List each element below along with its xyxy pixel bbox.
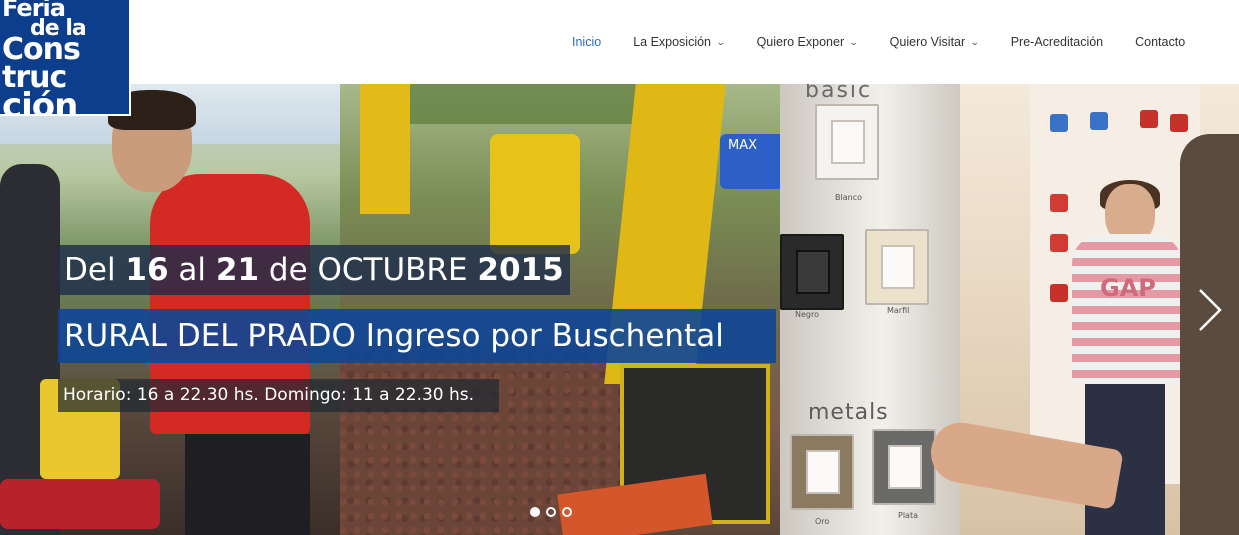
chevron-down-icon: ⌄ (715, 36, 726, 47)
hero-slider: MAX basic Blanco Negro Marfil metals Oro… (0, 84, 1239, 535)
chevron-down-icon: ⌄ (970, 36, 980, 47)
nav-item-label: La Exposición (633, 35, 712, 49)
nav-item-label: Quiero Exponer (756, 35, 845, 49)
nav-item-contacto[interactable]: Contacto (1119, 0, 1201, 84)
nav-item-pre-acreditacion[interactable]: Pre-Acreditación (995, 0, 1119, 84)
nav-item-label: Pre-Acreditación (1010, 35, 1104, 49)
nav-item-la-exposicion[interactable]: La Exposición ⌄ (617, 0, 740, 84)
site-logo[interactable]: Feria de la Cons truc ción (0, 0, 131, 116)
slider-dot[interactable] (562, 507, 572, 517)
chevron-down-icon: ⌄ (848, 36, 859, 47)
logo-line-5: ción (2, 86, 78, 116)
chevron-right-icon[interactable] (1196, 286, 1224, 334)
metals-label: metals (808, 400, 889, 425)
nav-item-label: Quiero Visitar (889, 35, 966, 49)
site-header: Feria de la Cons truc ción Inicio La Exp… (0, 0, 1239, 116)
nav-item-label: Inicio (572, 35, 602, 49)
basic-label: basic (805, 84, 873, 103)
nav-item-label: Contacto (1135, 35, 1186, 49)
slide-caption-venue: RURAL DEL PRADO Ingreso por Buschental (58, 309, 776, 363)
slider-dot[interactable] (546, 507, 556, 517)
slider-dot[interactable] (530, 507, 540, 517)
nav-item-inicio[interactable]: Inicio (556, 0, 617, 84)
main-nav: Inicio La Exposición ⌄ Quiero Exponer ⌄ … (556, 0, 1201, 84)
nav-item-quiero-exponer[interactable]: Quiero Exponer ⌄ (741, 0, 874, 84)
slide-caption-dates: Del 16 al 21 de OCTUBRE 2015 (58, 245, 570, 295)
nav-item-quiero-visitar[interactable]: Quiero Visitar ⌄ (874, 0, 995, 84)
slider-pagination (530, 507, 572, 517)
slide-caption-hours: Horario: 16 a 22.30 hs. Domingo: 11 a 22… (58, 379, 499, 412)
